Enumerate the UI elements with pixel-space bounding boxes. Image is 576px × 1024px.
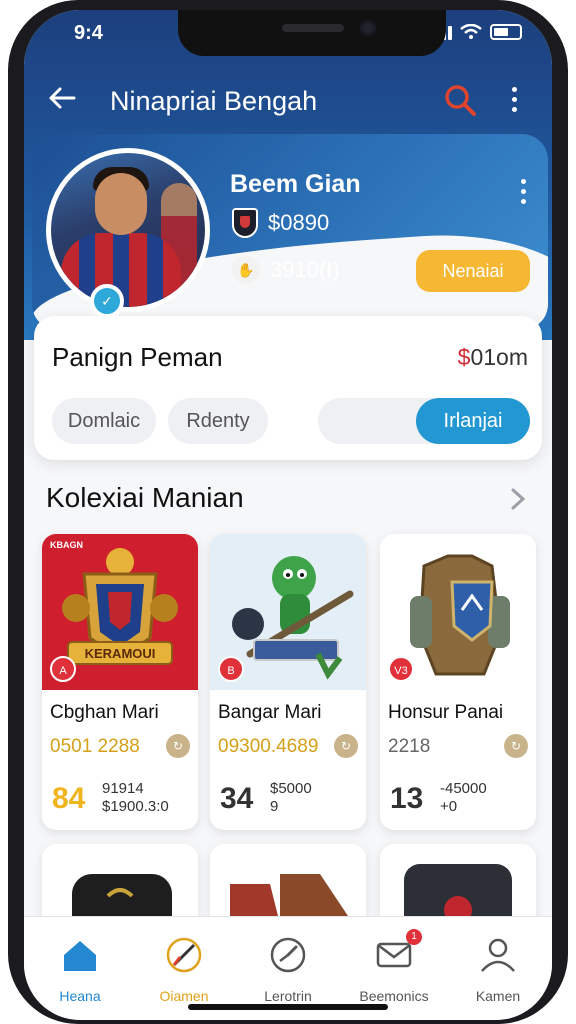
- screen: 9:4 Ninapriai Bengah ✓ Beem Gian $0890 ✋…: [24, 10, 552, 1020]
- nav-item-stats[interactable]: Lerotrin: [238, 935, 338, 1004]
- item-price-value: 2218: [388, 736, 431, 757]
- item-name: Bangar Mari: [218, 702, 322, 723]
- item-stat-line2: 9: [270, 798, 279, 815]
- toggle-active-option[interactable]: Irlanjai: [416, 398, 530, 444]
- notch: [178, 10, 446, 56]
- arrow-left-icon: [49, 87, 76, 109]
- stat-row-2: ✋ 3910(I): [232, 256, 340, 284]
- item-level: 84: [52, 782, 86, 815]
- item-level: 13: [390, 782, 424, 815]
- page-title: Ninapriai Bengah: [110, 86, 318, 116]
- search-button[interactable]: [440, 80, 480, 120]
- item-price-value: 0501 2288: [50, 736, 140, 757]
- notification-badge: 1: [406, 929, 422, 945]
- item-price: 0501 2288: [50, 736, 140, 758]
- item-thumbnail: V3: [380, 534, 536, 690]
- more-options-button[interactable]: [502, 80, 526, 120]
- thumb-tag: KBAGN: [50, 540, 83, 550]
- back-button[interactable]: [46, 82, 82, 118]
- nav-item-explore[interactable]: Oiamen: [134, 935, 234, 1004]
- item-name: Honsur Panai: [388, 702, 504, 723]
- stats-card: Panign Peman $01om Domlaic Rdenty Irlanj…: [34, 316, 542, 460]
- wifi-icon: [460, 24, 482, 39]
- speaker: [282, 24, 344, 32]
- profile-action-button[interactable]: Nenaiai: [416, 250, 530, 292]
- stat-row-1: $0890: [232, 208, 329, 238]
- home-indicator[interactable]: [188, 1004, 388, 1010]
- item-price: 09300.4689: [218, 736, 318, 758]
- emblem-text: KERAMOUI: [85, 646, 156, 661]
- nav-label: Lerotrin: [264, 988, 312, 1004]
- item-stats: 91914 $1900.3:0: [102, 780, 169, 816]
- collection-card[interactable]: V3 Honsur Panai 2218 ↻ 13 -45000 +0: [380, 534, 536, 830]
- user-icon: [481, 938, 515, 972]
- nav-item-profile[interactable]: Kamen: [448, 935, 548, 1004]
- item-level: 34: [220, 782, 254, 815]
- nav-item-messages[interactable]: 1 Beemonics: [344, 929, 444, 1004]
- item-badge: V3: [388, 656, 414, 682]
- coin-icon: ↻: [166, 734, 190, 758]
- search-icon: [445, 85, 476, 116]
- stat1-value: $0890: [268, 210, 330, 235]
- item-thumbnail: B: [210, 534, 366, 690]
- see-all-button[interactable]: [508, 484, 532, 514]
- front-camera: [360, 20, 376, 36]
- nav-label: Beemonics: [359, 988, 429, 1004]
- stats-value: $01om: [458, 344, 528, 371]
- nav-item-home[interactable]: Heana: [30, 935, 130, 1004]
- stats-value-amount: 01om: [470, 344, 528, 370]
- collection-card[interactable]: B Bangar Mari 09300.4689 ↻ 34 $5000 9: [210, 534, 366, 830]
- nav-label: Oiamen: [159, 988, 209, 1004]
- coin-icon: ↻: [504, 734, 528, 758]
- item-badge: B: [218, 656, 244, 682]
- profile-more-button[interactable]: [516, 172, 530, 204]
- item-price: 2218: [388, 736, 430, 758]
- home-icon: [64, 941, 96, 971]
- phone-device: 9:4 Ninapriai Bengah ✓ Beem Gian $0890 ✋…: [0, 0, 576, 1024]
- coin-icon: ✋: [232, 256, 260, 284]
- nav-label: Kamen: [475, 988, 521, 1004]
- shield-icon: [232, 208, 258, 238]
- item-thumbnail: KBAGN KERAMOUI A: [42, 534, 198, 690]
- item-badge: A: [50, 656, 76, 682]
- item-stat-line1: 91914: [102, 780, 144, 797]
- chip-filter-1[interactable]: Domlaic: [52, 398, 156, 444]
- section-title: Kolexiai Manian: [46, 482, 244, 513]
- chevron-right-icon: [511, 488, 526, 510]
- profile-name: Beem Gian: [230, 170, 361, 198]
- stats-value-currency: $: [457, 344, 471, 370]
- item-name: Cbghan Mari: [50, 702, 159, 723]
- avatar[interactable]: [46, 148, 210, 312]
- avatar-face: [95, 173, 147, 235]
- status-time: 9:4: [74, 22, 103, 44]
- verified-icon: ✓: [90, 284, 124, 318]
- item-stat-line1: -45000: [440, 780, 487, 797]
- collection-card[interactable]: KBAGN KERAMOUI A Cbghan Mari 0501 2288 ↻…: [42, 534, 198, 830]
- item-stat-line2: +0: [440, 798, 458, 815]
- item-stat-line1: $5000: [270, 780, 312, 797]
- nav-label: Heana: [59, 988, 101, 1004]
- item-stats: -45000 +0: [440, 780, 487, 816]
- stat2-value: 3910(I): [270, 257, 340, 282]
- more-vertical-icon: [502, 80, 526, 112]
- gauge-icon: [270, 937, 306, 973]
- item-stats: $5000 9: [270, 780, 312, 816]
- compass-icon: [166, 937, 202, 973]
- stats-title: Panign Peman: [52, 342, 223, 372]
- battery-icon: [490, 24, 522, 40]
- app-bar: Ninapriai Bengah: [24, 72, 552, 128]
- coin-icon: ↻: [334, 734, 358, 758]
- more-vertical-icon: [516, 172, 530, 204]
- item-stat-line2: $1900.3:0: [102, 798, 169, 815]
- chip-filter-2[interactable]: Rdenty: [168, 398, 268, 444]
- item-price-value: 09300.4689: [218, 736, 319, 757]
